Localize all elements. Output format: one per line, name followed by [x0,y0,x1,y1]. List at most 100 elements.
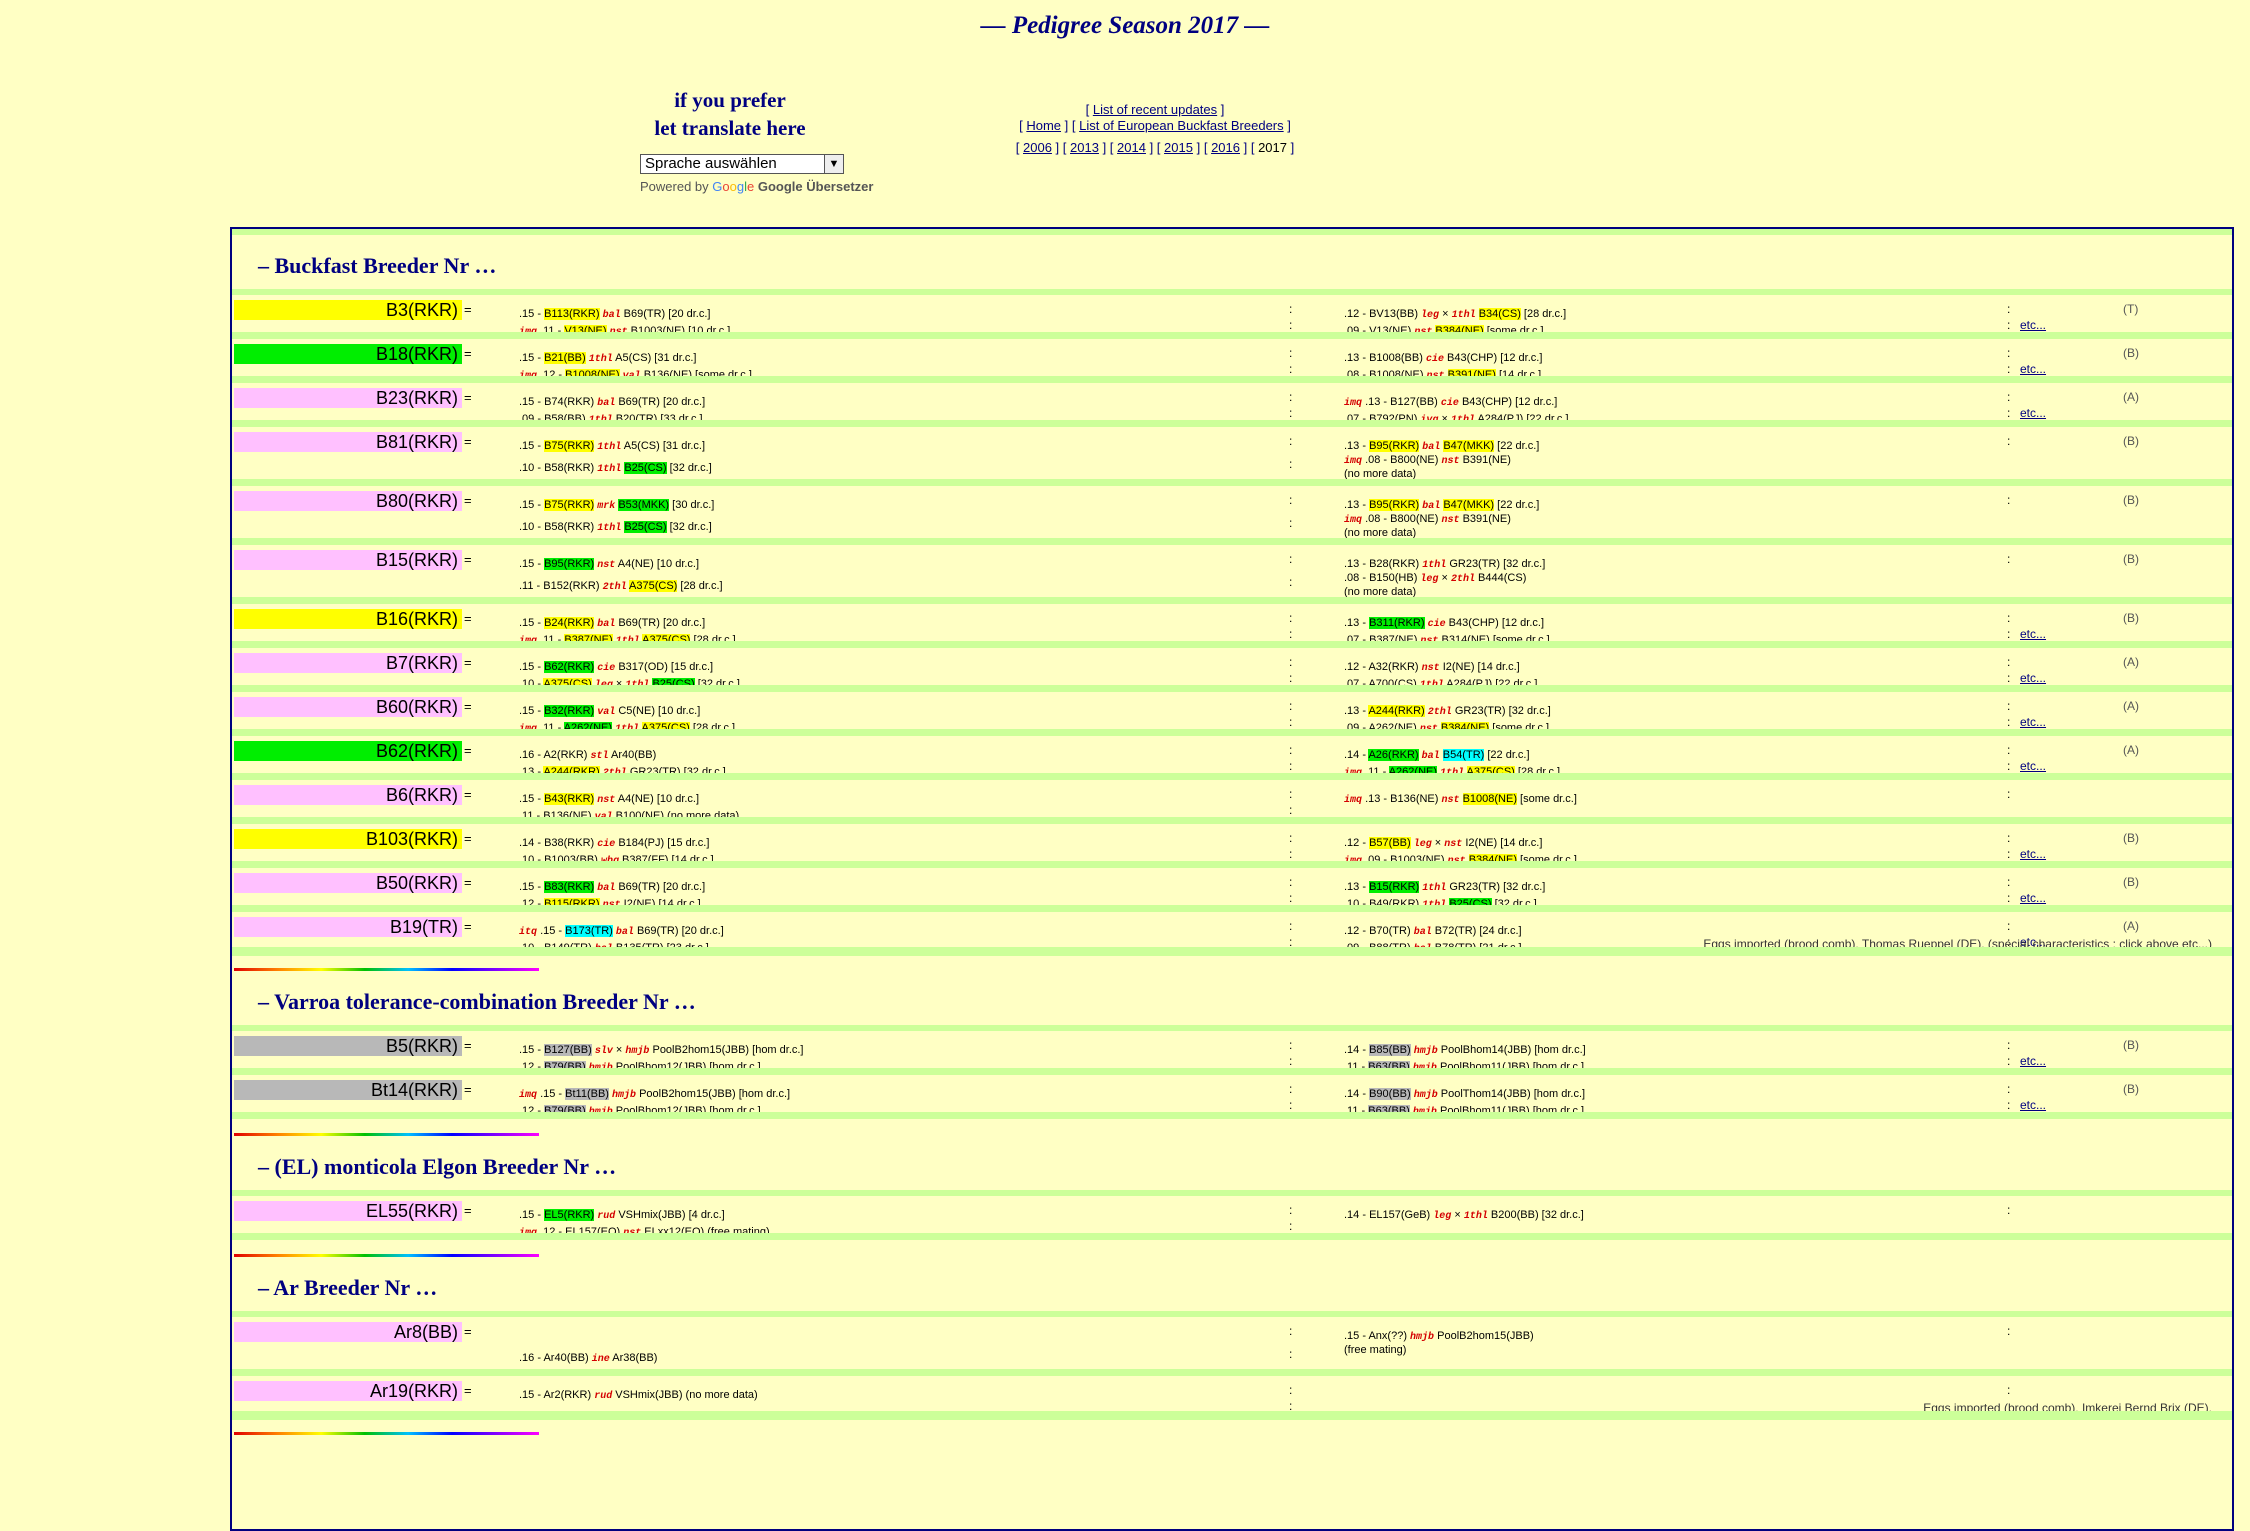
highlighted-queen: B25(CS) [624,462,667,474]
mating-code: mrk [597,501,616,512]
text-segment: .15 - [519,881,545,893]
recent-updates-link[interactable]: List of recent updates [1093,102,1217,117]
google-translate-link[interactable]: Google Übersetzer [758,179,874,194]
mating-code: slv [594,1046,613,1057]
equals-sign: = [464,302,472,317]
queen-id[interactable]: B23(RKR) [234,388,462,408]
etc-link[interactable]: etc... [2020,318,2046,332]
breeder-row: B50(RKR) = .15 - B83(RKR) bal B69(TR) [20 … [232,868,2232,912]
dam-line: .15 - B21(BB) 1thl A5(CS) [31 dr.c.] [519,351,697,367]
mating-code: cie [1425,354,1444,365]
row-divider [232,773,2232,780]
highlighted-queen: B85(BB) [1369,1044,1411,1056]
etc-link[interactable]: etc... [2020,1054,2046,1068]
mating-code: imq [519,1090,538,1101]
etc-link[interactable]: etc... [2020,627,2046,641]
text-segment: .14 - [1344,1044,1370,1056]
mating-code: rud [597,1211,616,1222]
mating-code: cie [597,663,616,674]
etc-link[interactable]: etc... [2020,406,2046,420]
translate-prompt: if you prefer let translate here [640,86,820,142]
highlighted-queen: EL5(RKR) [544,1209,595,1221]
text-segment: B317(OD) [15 dr.c.] [615,661,714,673]
category-badge: (B) [2123,493,2139,507]
year-link-2016[interactable]: 2016 [1211,140,1240,155]
queen-id[interactable]: B60(RKR) [234,697,462,717]
queen-id[interactable]: B80(RKR) [234,491,462,511]
queen-id[interactable]: EL55(RKR) [234,1201,462,1221]
text-segment: B43(CHP) [12 dr.c.] [1445,617,1545,629]
separator-colon: : [2007,1098,2011,1112]
queen-id[interactable]: Ar8(BB) [234,1322,462,1342]
queen-id[interactable]: B50(RKR) [234,873,462,893]
text-segment: B43(CHP) [12 dr.c.] [1443,352,1543,364]
text-segment: B184(PJ) [15 dr.c.] [615,837,710,849]
dam-line: .15 - EL5(RKR) rud VSHmix(JBB) [4 dr.c.] [519,1208,725,1224]
equals-sign: = [464,434,472,449]
etc-link[interactable]: etc... [2020,671,2046,685]
language-select[interactable]: Sprache auswählen ▼ [640,154,844,174]
queen-id[interactable]: B16(RKR) [234,609,462,629]
breeder-row: B15(RKR) = .15 - B95(RKR) nst A4(NE) [10 d… [232,545,2232,604]
dam-line: .15 - B74(RKR) bal B69(TR) [20 dr.c.] [519,395,705,411]
queen-id[interactable]: B15(RKR) [234,550,462,570]
year-link-2015[interactable]: 2015 [1164,140,1193,155]
breeder-row: B18(RKR) = .15 - B21(BB) 1thl A5(CS) [31 d… [232,339,2232,383]
etc-link[interactable]: etc... [2020,891,2046,905]
highlighted-queen: B34(CS) [1478,308,1521,320]
separator-colon: : [1289,1098,1293,1112]
text-segment: [30 dr.c.] [669,499,715,511]
separator-colon: : [1289,1219,1293,1233]
year-link-2006[interactable]: 2006 [1023,140,1052,155]
etc-link[interactable]: etc... [2020,715,2046,729]
category-badge: (A) [2123,919,2139,933]
highlighted-queen: A26(RKR) [1368,749,1419,761]
queen-id[interactable]: B103(RKR) [234,829,462,849]
row-divider [232,332,2232,339]
mating-code: ine [591,1354,610,1365]
queen-id[interactable]: Bt14(RKR) [234,1080,462,1100]
queen-id[interactable]: B81(RKR) [234,432,462,452]
google-logo: Google [712,179,755,194]
home-link[interactable]: Home [1026,118,1061,133]
text-segment: Ar40(BB) [608,749,657,761]
dam-line: .15 - B75(RKR) 1thl A5(CS) [31 dr.c.] [519,439,705,455]
sire-line: .12 - BV13(BB) leg × 1thl B34(CS) [28 dr… [1344,307,1566,323]
separator-colon: : [2007,1082,2011,1096]
etc-link[interactable]: etc... [2020,1098,2046,1112]
breeder-section: – Buckfast Breeder Nr … B3(RKR) = .15 - B11… [232,235,2232,971]
separator-colon: : [1289,1383,1293,1397]
text-segment: PoolB2hom15(JBB) [hom dr.c.] [649,1044,804,1056]
queen-id[interactable]: B18(RKR) [234,344,462,364]
mating-code: cie [1427,619,1446,630]
queen-id[interactable]: B3(RKR) [234,300,462,320]
etc-link[interactable]: etc... [2020,362,2046,376]
etc-link[interactable]: etc... [2020,759,2046,773]
year-link-2014[interactable]: 2014 [1117,140,1146,155]
european-breeders-link[interactable]: List of European Buckfast Breeders [1079,118,1284,133]
queen-id[interactable]: B7(RKR) [234,653,462,673]
category-badge: (B) [2123,552,2139,566]
equals-sign: = [464,655,472,670]
dam-line: .15 - B95(RKR) nst A4(NE) [10 dr.c.] [519,557,699,573]
text-segment: .14 - [1344,749,1369,761]
queen-id[interactable]: B6(RKR) [234,785,462,805]
separator-colon: : [2007,759,2011,773]
year-links: [ 2006 ] [ 2013 ] [ 2014 ] [ 2015 ] [ 20… [1015,140,1295,155]
queen-id[interactable]: B5(RKR) [234,1036,462,1056]
etc-link[interactable]: etc... [2020,847,2046,861]
year-link-2013[interactable]: 2013 [1070,140,1099,155]
queen-id[interactable]: B62(RKR) [234,741,462,761]
text-segment: GR23(TR) [32 dr.c.] [1451,705,1551,717]
section-note-row: Eggs imported (brood comb), Thomas Ruepp… [232,934,2232,954]
separator-colon: : [1289,787,1293,801]
row-divider [232,641,2232,648]
row-divider [232,947,2232,954]
text-segment: B444(CS) [1475,572,1527,584]
page-title: — Pedigree Season 2017 — [980,12,1270,39]
mating-code: cie [1440,398,1459,409]
chevron-down-icon[interactable]: ▼ [824,155,843,173]
text-segment: Ar38(BB) [609,1352,658,1364]
equals-sign: = [464,1324,472,1339]
separator-colon: : [2007,699,2011,713]
